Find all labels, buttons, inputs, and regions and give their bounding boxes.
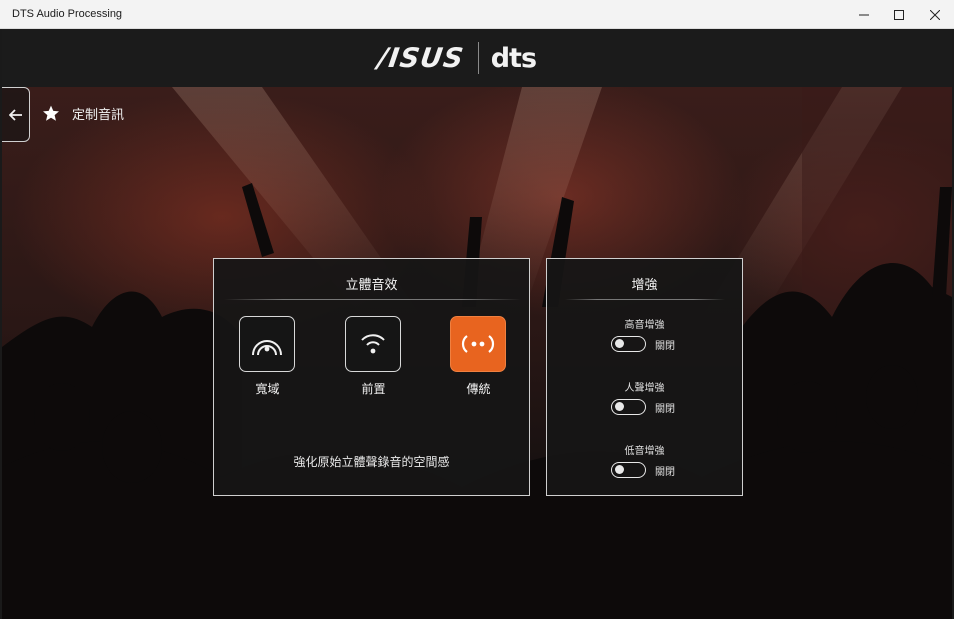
bass-enhance: 低音增強 關閉 [547, 442, 742, 478]
title-bar: DTS Audio Processing [0, 0, 954, 29]
bass-enhance-state: 關閉 [655, 466, 675, 478]
back-button[interactable] [2, 87, 30, 142]
toggle-knob [615, 402, 624, 411]
enhance-divider [565, 299, 725, 300]
mode-front[interactable]: 前置 [345, 316, 402, 397]
window-title: DTS Audio Processing [12, 8, 123, 20]
treble-enhance-toggle[interactable] [611, 336, 646, 352]
treble-enhance-label: 高音增強 [624, 320, 665, 331]
bass-enhance-toggle[interactable] [611, 462, 646, 478]
asus-logo: /ISUS [375, 42, 466, 74]
maximize-button[interactable] [882, 0, 916, 29]
treble-enhance-state: 關閉 [655, 340, 675, 352]
mode-traditional-label: 傳統 [466, 382, 491, 396]
star-icon [43, 105, 59, 121]
bass-enhance-label: 低音增強 [624, 446, 665, 457]
vocal-enhance-toggle[interactable] [611, 399, 646, 415]
mode-front-label: 前置 [361, 382, 386, 396]
vocal-enhance: 人聲增強 關閉 [547, 379, 742, 415]
minimize-icon [859, 14, 869, 15]
page-title: 定制音訊 [72, 108, 125, 123]
front-wave-icon [361, 334, 385, 354]
mode-front-button[interactable] [345, 316, 401, 372]
toggle-knob [615, 465, 624, 474]
enhance-panel: 增強 高音增強 關閉 人聲增強 關閉 低音增強 關閉 [546, 258, 743, 496]
surround-divider [224, 299, 521, 300]
arrow-left-icon [8, 108, 22, 121]
mode-traditional[interactable]: 傳統 [450, 316, 507, 397]
logo-divider [477, 42, 479, 74]
enhance-title: 增強 [631, 278, 658, 293]
mode-traditional-button[interactable] [450, 316, 506, 372]
surround-panel: 立體音效 寬域 前置 傳統 強化原始立體聲錄音的空間感 [213, 258, 530, 496]
dts-logo: dts [490, 42, 537, 74]
maximize-icon [894, 9, 904, 20]
mode-wide-label: 寬域 [255, 382, 280, 396]
treble-enhance: 高音增強 關閉 [547, 316, 742, 352]
toggle-knob [615, 339, 624, 348]
mode-wide-button[interactable] [239, 316, 295, 372]
minimize-button[interactable] [847, 0, 881, 29]
headphone-arc-icon [252, 340, 282, 356]
surround-title: 立體音效 [345, 278, 398, 293]
page-header: 定制音訊 [42, 104, 124, 123]
brand-logo: /ISUS dts [375, 42, 537, 74]
vocal-enhance-label: 人聲增強 [624, 383, 665, 394]
vocal-enhance-state: 關閉 [655, 403, 675, 415]
mode-description: 強化原始立體聲錄音的空間感 [293, 455, 450, 469]
mode-wide[interactable]: 寬域 [239, 316, 296, 397]
app-header: /ISUS dts [2, 29, 952, 87]
stereo-icon [461, 335, 495, 353]
close-button[interactable] [918, 0, 952, 29]
close-icon [930, 9, 940, 20]
